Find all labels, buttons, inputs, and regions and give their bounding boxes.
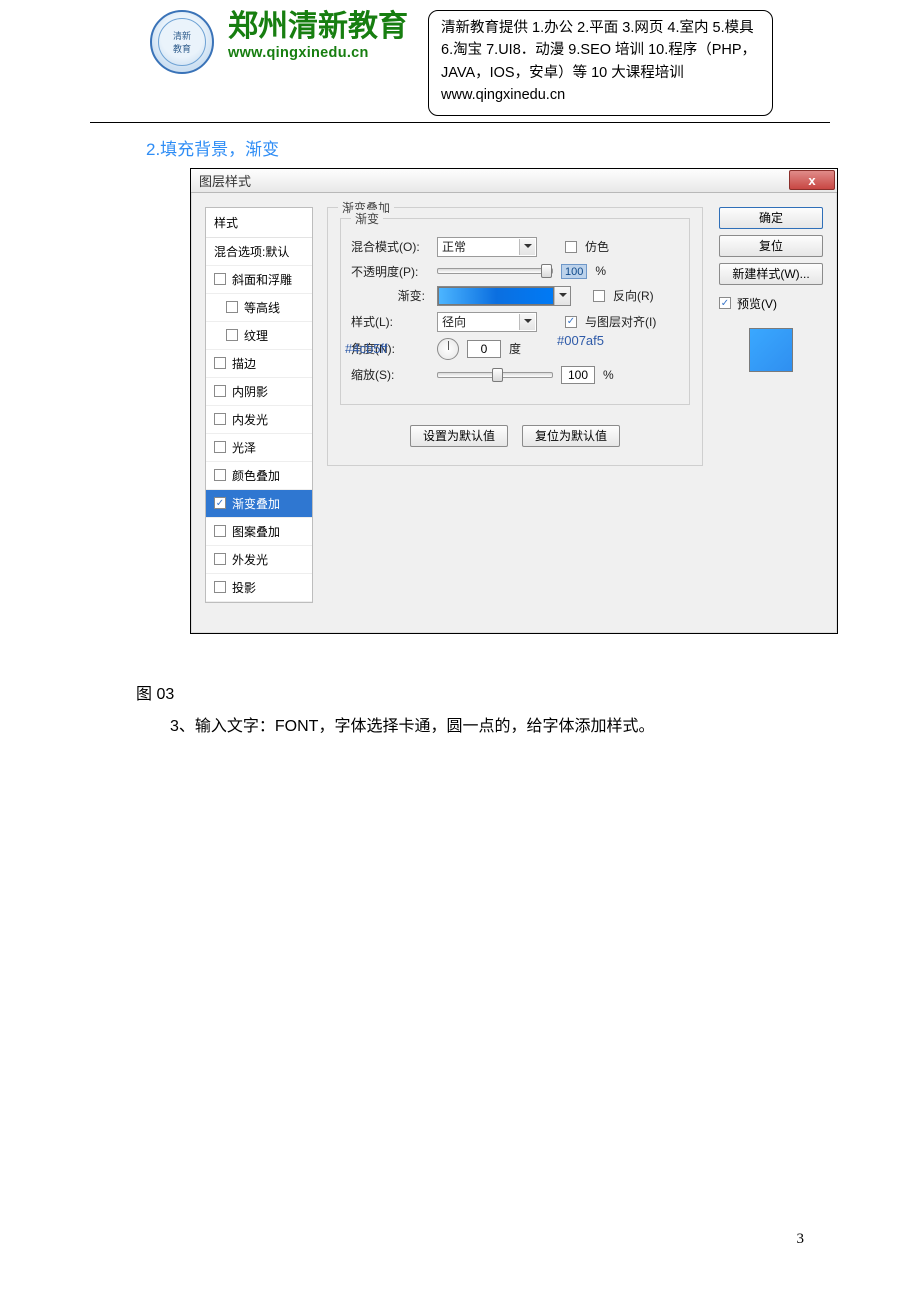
gradient-inner-group: 渐变 混合模式(O): 正常 仿色 不透明度(P [340,218,690,405]
angle-unit: 度 [509,340,521,357]
checkbox[interactable] [214,441,226,453]
reset-default-button[interactable]: 复位为默认值 [522,425,620,447]
opacity-value-badge: 100 [561,264,587,279]
checkbox[interactable] [214,581,226,593]
blend-options-row[interactable]: 混合选项:默认 [206,238,312,266]
layer-style-dialog: 图层样式 x 样式 混合选项:默认 斜面和浮雕 等高线 纹理 描边 内阴影 内发… [190,168,838,634]
style-item-label: 等高线 [244,299,280,316]
slider-thumb[interactable] [541,264,552,278]
gradient-preview[interactable] [438,287,554,305]
checkbox[interactable] [214,553,226,565]
preview-checkbox[interactable]: ✓ [719,297,731,309]
chevron-down-icon [519,239,535,255]
style-item-label: 渐变叠加 [232,495,280,512]
style-item-label: 斜面和浮雕 [232,271,292,288]
styles-list: 样式 混合选项:默认 斜面和浮雕 等高线 纹理 描边 内阴影 内发光 光泽 颜色… [205,207,313,603]
align-label: 与图层对齐(I) [585,313,656,330]
style-item-inner-shadow[interactable]: 内阴影 [206,378,312,406]
figure-caption: 图 03 [136,680,830,704]
style-item-drop-shadow[interactable]: 投影 [206,574,312,602]
style-item-outer-glow[interactable]: 外发光 [206,546,312,574]
angle-input[interactable] [467,340,501,358]
checkbox[interactable] [214,273,226,285]
style-item-inner-glow[interactable]: 内发光 [206,406,312,434]
style-item-gradient-overlay[interactable]: ✓ 渐变叠加 [206,490,312,518]
style-item-pattern-overlay[interactable]: 图案叠加 [206,518,312,546]
page-number: 3 [797,1231,805,1248]
make-default-button[interactable]: 设置为默认值 [410,425,508,447]
opacity-label: 不透明度(P): [351,263,429,280]
angle-dial[interactable] [437,338,459,360]
blend-mode-label: 混合模式(O): [351,238,429,255]
align-checkbox[interactable]: ✓ [565,316,577,328]
chevron-down-icon [519,314,535,330]
preview-swatch [749,328,793,372]
gradient-overlay-group: 渐变叠加 渐变 混合模式(O): 正常 仿色 [327,207,703,466]
style-item-label: 外发光 [232,551,268,568]
brand-block: 郑州清新教育 www.qingxinedu.cn [228,10,408,61]
style-item-stroke[interactable]: 描边 [206,350,312,378]
close-button[interactable]: x [789,170,835,190]
section-heading: 2.填充背景，渐变 [146,135,830,160]
brand-logo: 清新教育 [150,10,214,74]
checkbox[interactable] [214,385,226,397]
hex-note-right: #007af5 [557,333,604,348]
reverse-label: 反向(R) [613,287,654,304]
checkbox[interactable] [214,357,226,369]
style-item-satin[interactable]: 光泽 [206,434,312,462]
style-value: 径向 [442,313,466,330]
slider-thumb[interactable] [492,368,503,382]
scale-label: 缩放(S): [351,366,429,383]
style-label: 样式(L): [351,313,429,330]
checkbox[interactable] [226,329,238,341]
style-item-label: 光泽 [232,439,256,456]
style-item-label: 描边 [232,355,256,372]
reverse-checkbox[interactable] [593,290,605,302]
styles-header: 样式 [206,208,312,238]
header-info-box: 清新教育提供 1.办公 2.平面 3.网页 4.室内 5.模具 6.淘宝 7.U… [428,10,773,116]
dither-label: 仿色 [585,238,609,255]
dialog-titlebar: 图层样式 x [191,169,837,193]
style-item-label: 内发光 [232,411,268,428]
style-item-texture[interactable]: 纹理 [206,322,312,350]
percent-label: % [603,368,614,382]
brand-cn: 郑州清新教育 [228,10,408,45]
brand-en: www.qingxinedu.cn [228,45,408,62]
inner-legend: 渐变 [351,210,383,227]
header-divider [90,122,830,123]
checkbox[interactable]: ✓ [214,497,226,509]
style-item-bevel[interactable]: 斜面和浮雕 [206,266,312,294]
ok-button[interactable]: 确定 [719,207,823,229]
checkbox[interactable] [214,525,226,537]
scale-input[interactable] [561,366,595,384]
percent-label: % [595,264,606,278]
opacity-slider[interactable] [437,268,553,274]
step-3-text: 3、输入文字：FONT，字体选择卡通，圆一点的，给字体添加样式。 [170,712,830,736]
style-item-label: 投影 [232,579,256,596]
gradient-dropdown[interactable] [554,287,570,305]
style-item-color-overlay[interactable]: 颜色叠加 [206,462,312,490]
checkbox[interactable] [214,469,226,481]
reset-button[interactable]: 复位 [719,235,823,257]
gradient-label: 渐变: [351,287,429,304]
blend-mode-value: 正常 [442,238,466,255]
style-item-label: 纹理 [244,327,268,344]
preview-label: 预览(V) [737,295,777,312]
style-combo[interactable]: 径向 [437,312,537,332]
hex-note-left: #4cb5ff [345,341,387,356]
scale-slider[interactable] [437,372,553,378]
style-item-label: 内阴影 [232,383,268,400]
style-item-contour[interactable]: 等高线 [206,294,312,322]
new-style-button[interactable]: 新建样式(W)... [719,263,823,285]
checkbox[interactable] [226,301,238,313]
dialog-title: 图层样式 [199,171,251,190]
style-item-label: 颜色叠加 [232,467,280,484]
style-item-label: 图案叠加 [232,523,280,540]
blend-mode-combo[interactable]: 正常 [437,237,537,257]
checkbox[interactable] [214,413,226,425]
dither-checkbox[interactable] [565,241,577,253]
gradient-editor[interactable] [437,286,571,306]
